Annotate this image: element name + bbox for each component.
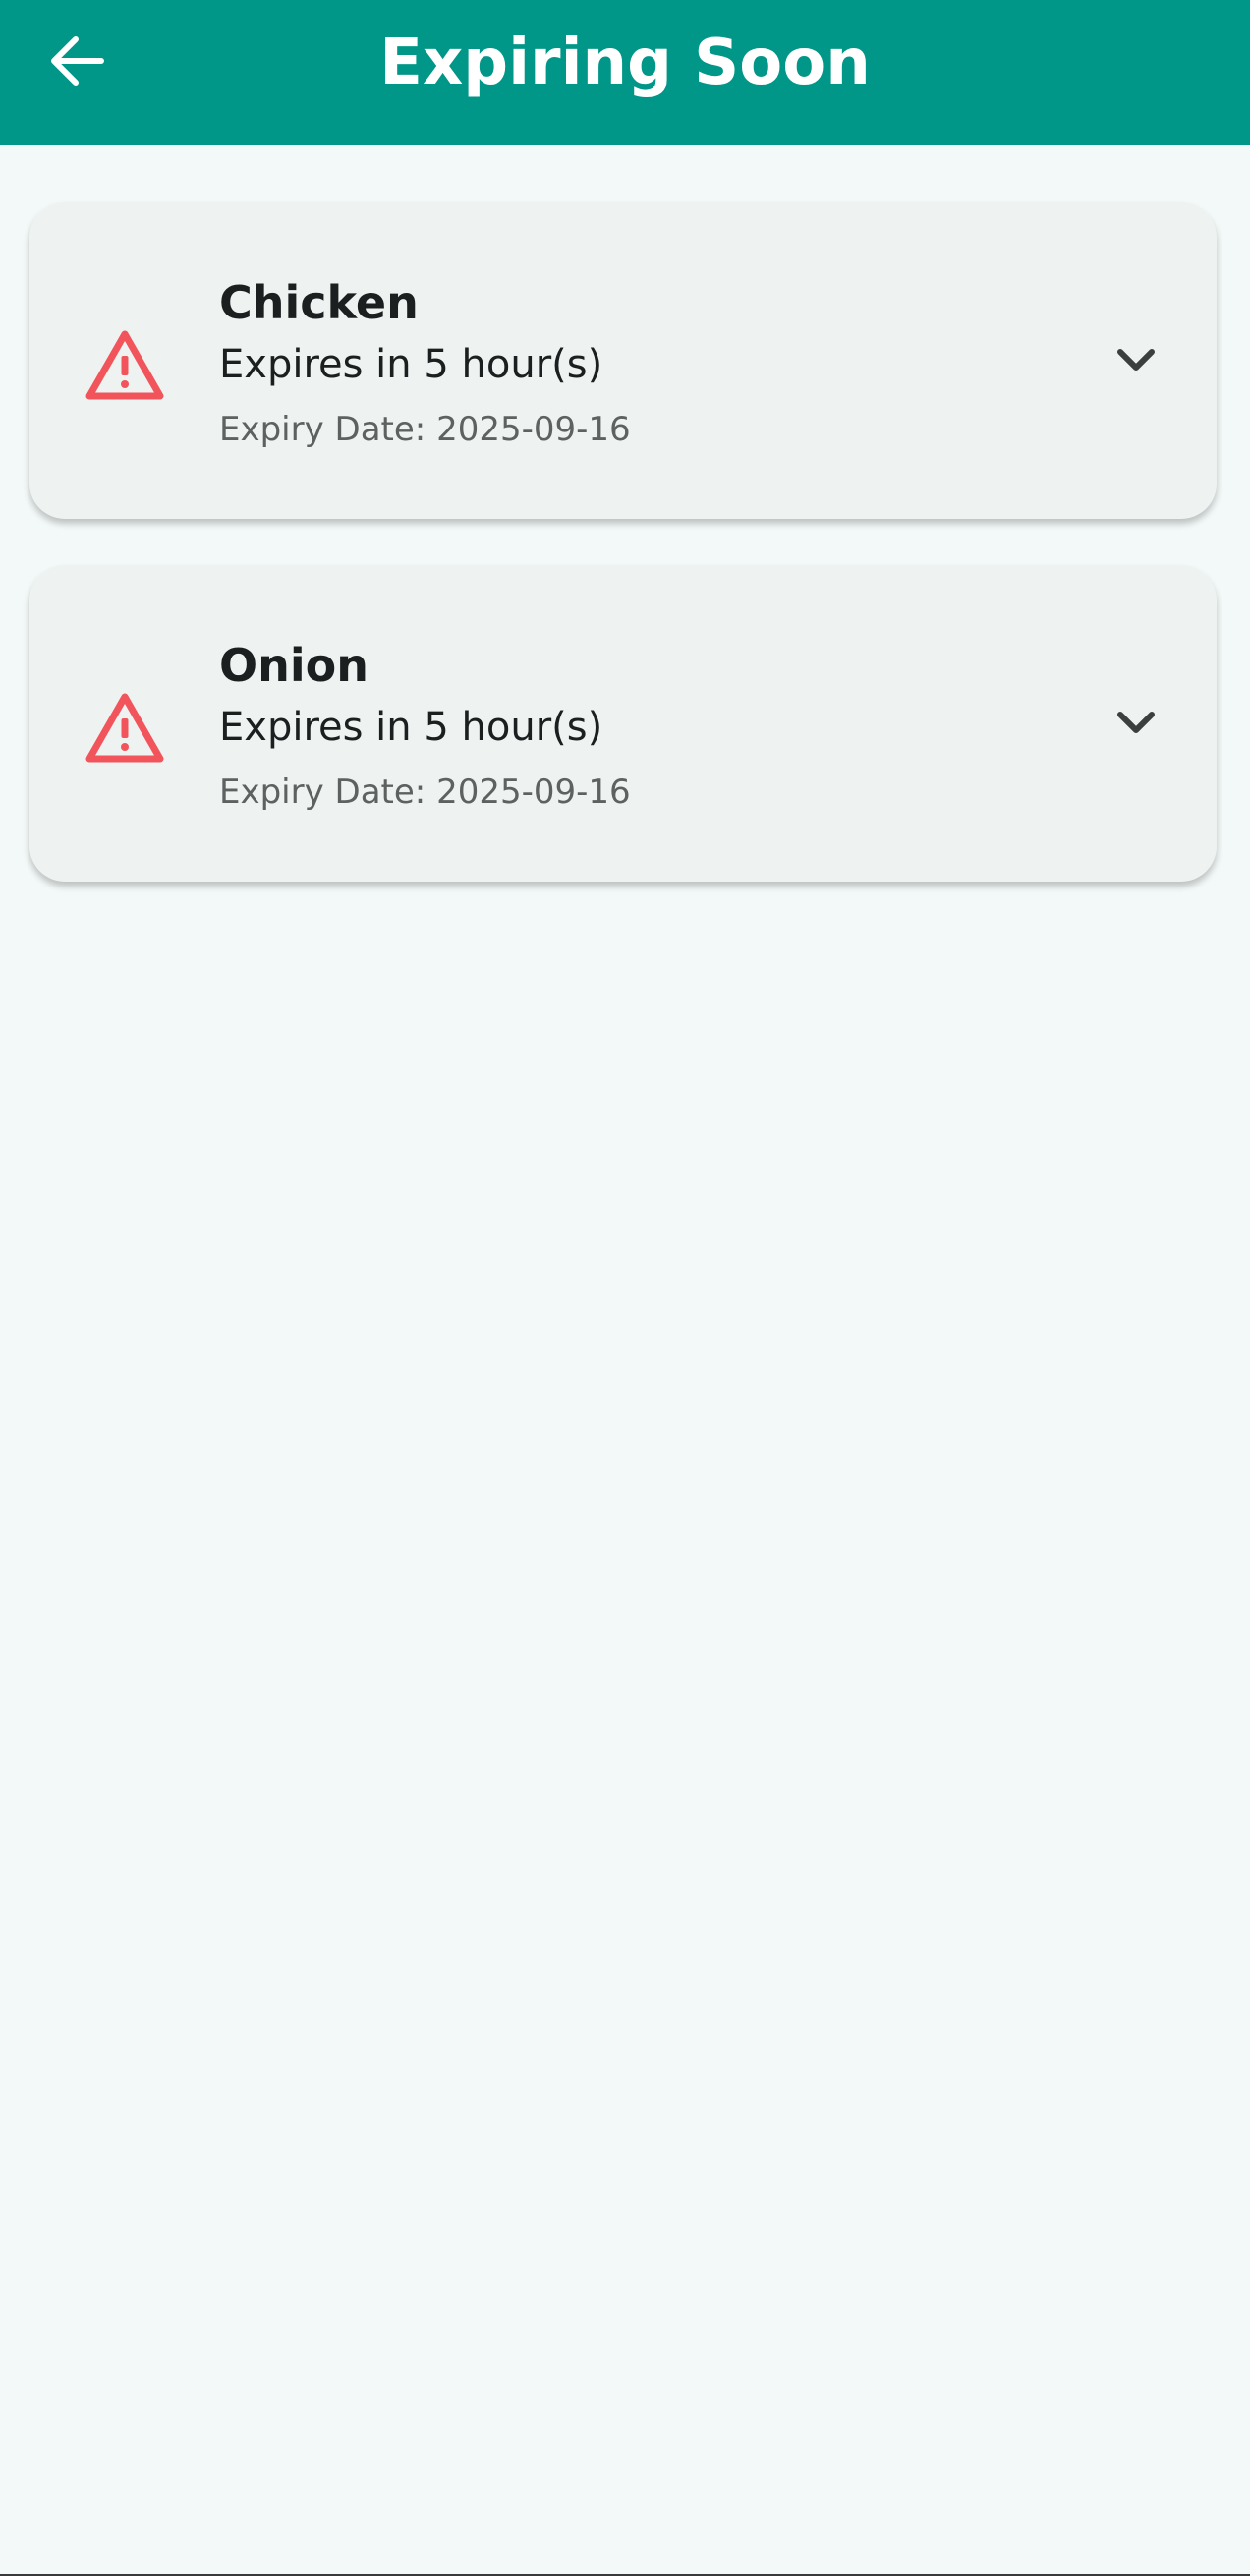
list-item[interactable]: Onion Expires in 5 hour(s) Expiry Date: … <box>29 565 1217 882</box>
chevron-down-icon[interactable] <box>1110 697 1162 748</box>
list-item[interactable]: Chicken Expires in 5 hour(s) Expiry Date… <box>29 202 1217 519</box>
expiring-list: Chicken Expires in 5 hour(s) Expiry Date… <box>29 202 1217 928</box>
item-expires-text: Expires in 5 hour(s) <box>219 342 603 387</box>
item-expiry-date: Expiry Date: 2025-09-16 <box>219 410 631 449</box>
item-name: Chicken <box>219 276 419 329</box>
item-expires-text: Expires in 5 hour(s) <box>219 705 603 750</box>
warning-triangle-icon <box>85 330 164 400</box>
item-name: Onion <box>219 639 369 692</box>
warning-triangle-icon <box>85 693 164 763</box>
app-bar: Expiring Soon <box>0 0 1250 145</box>
page-title: Expiring Soon <box>379 27 871 99</box>
chevron-down-icon[interactable] <box>1110 334 1162 385</box>
item-expiry-date: Expiry Date: 2025-09-16 <box>219 773 631 812</box>
